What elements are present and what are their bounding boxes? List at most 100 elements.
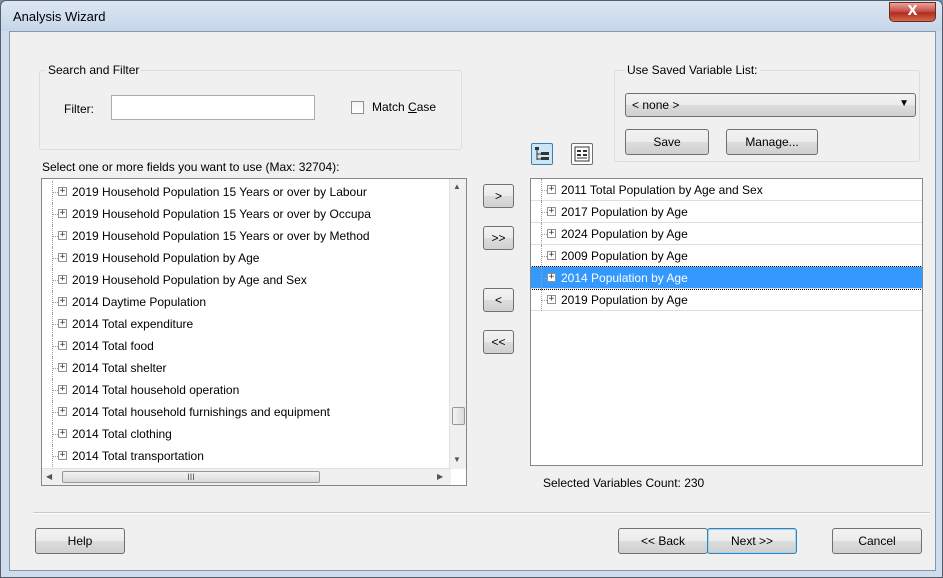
selected-variable-label: 2014 Population by Age xyxy=(561,271,688,285)
save-list-button[interactable]: Save xyxy=(625,129,709,155)
expand-plus-icon[interactable]: + xyxy=(58,341,67,350)
available-field-label: 2014 Total household operation xyxy=(72,383,240,397)
scroll-grip-icon: III xyxy=(187,472,195,482)
back-button[interactable]: << Back xyxy=(618,528,708,554)
remove-all-button[interactable]: << xyxy=(483,330,514,354)
expand-plus-icon[interactable]: + xyxy=(58,209,67,218)
selected-variable-label: 2019 Population by Age xyxy=(561,293,688,307)
tree-view-icon[interactable] xyxy=(531,143,553,165)
list-view-icon[interactable] xyxy=(571,143,593,165)
available-field-label: 2014 Daytime Population xyxy=(72,295,207,309)
selected-variable-label: 2024 Population by Age xyxy=(561,227,688,241)
cancel-button[interactable]: Cancel xyxy=(832,528,922,554)
expand-plus-icon[interactable]: + xyxy=(58,407,67,416)
expand-plus-icon[interactable]: + xyxy=(58,187,67,196)
available-field-label: 2014 Total expenditure xyxy=(72,317,194,331)
filter-input[interactable] xyxy=(111,95,315,120)
list-view-glyph xyxy=(574,146,590,162)
available-fields-label: Select one or more fields you want to us… xyxy=(42,160,340,174)
selected-variable-item[interactable]: +2014 Population by Age xyxy=(531,266,922,290)
available-field-item[interactable]: +2014 Total clothing xyxy=(42,423,451,445)
available-field-item[interactable]: +2014 Daytime Population xyxy=(42,291,451,313)
selected-variable-item[interactable]: +2009 Population by Age xyxy=(531,245,922,267)
chevron-down-icon: ▼ xyxy=(899,98,909,109)
close-button[interactable]: X xyxy=(889,2,936,22)
expand-plus-icon[interactable]: + xyxy=(547,251,556,260)
selected-variable-item[interactable]: +2019 Population by Age xyxy=(531,289,922,311)
available-field-label: 2019 Household Population 15 Years or ov… xyxy=(72,229,370,243)
available-field-item[interactable]: +2014 Total food xyxy=(42,335,451,357)
available-fields-list[interactable]: +2019 Household Population 15 Years or o… xyxy=(41,178,467,486)
saved-list-dropdown[interactable]: < none > ▼ xyxy=(625,93,916,117)
available-field-item[interactable]: +2019 Household Population 15 Years or o… xyxy=(42,181,451,203)
available-field-label: 2014 Total household furnishings and equ… xyxy=(72,405,330,419)
expand-plus-icon[interactable]: + xyxy=(58,451,67,460)
available-field-item[interactable]: +2019 Household Population 15 Years or o… xyxy=(42,203,451,225)
match-case-label[interactable]: Match Case xyxy=(372,100,436,114)
available-vertical-scrollbar[interactable]: ▲ ▼ xyxy=(449,179,466,469)
available-field-item[interactable]: +2014 Total transportation xyxy=(42,445,451,467)
footer-separator xyxy=(33,512,930,514)
expand-plus-icon[interactable]: + xyxy=(58,253,67,262)
help-button[interactable]: Help xyxy=(35,528,125,554)
scroll-down-arrow-icon[interactable]: ▼ xyxy=(453,455,461,464)
available-field-label: 2014 Total transportation xyxy=(72,449,204,463)
scroll-up-arrow-icon[interactable]: ▲ xyxy=(453,182,461,191)
available-field-item[interactable]: +2014 Total expenditure xyxy=(42,313,451,335)
available-field-item[interactable]: +2019 Household Population 15 Years or o… xyxy=(42,225,451,247)
analysis-wizard-window: Analysis Wizard X Search and Filter Filt… xyxy=(0,0,943,578)
add-all-button[interactable]: >> xyxy=(483,226,514,250)
expand-plus-icon[interactable]: + xyxy=(547,207,556,216)
expand-plus-icon[interactable]: + xyxy=(547,229,556,238)
selected-variable-item[interactable]: +2024 Population by Age xyxy=(531,223,922,245)
available-field-item[interactable]: +2019 Household Population by Age xyxy=(42,247,451,269)
available-field-label: 2014 Total food xyxy=(72,339,154,353)
available-field-item[interactable]: +2014 Total household furnishings and eq… xyxy=(42,401,451,423)
expand-plus-icon[interactable]: + xyxy=(547,273,556,282)
available-horizontal-scrollbar[interactable]: ◀ III ▶ xyxy=(42,468,451,485)
search-filter-legend: Search and Filter xyxy=(46,63,142,77)
tree-view-glyph xyxy=(535,147,549,160)
available-field-label: 2019 Household Population 15 Years or ov… xyxy=(72,207,371,221)
scroll-right-arrow-icon[interactable]: ▶ xyxy=(437,472,443,481)
saved-list-legend: Use Saved Variable List: xyxy=(625,63,760,77)
expand-plus-icon[interactable]: + xyxy=(58,363,67,372)
available-field-label: 2019 Household Population by Age xyxy=(72,251,260,265)
available-field-label: 2019 Household Population 15 Years or ov… xyxy=(72,185,367,199)
selected-variable-item[interactable]: +2017 Population by Age xyxy=(531,201,922,223)
match-case-checkbox[interactable] xyxy=(351,101,364,114)
scroll-left-arrow-icon[interactable]: ◀ xyxy=(46,472,52,481)
selected-variable-label: 2009 Population by Age xyxy=(561,249,688,263)
manage-list-button[interactable]: Manage... xyxy=(726,129,818,155)
title-bar[interactable]: Analysis Wizard X xyxy=(1,1,942,31)
expand-plus-icon[interactable]: + xyxy=(547,185,556,194)
selected-variable-label: 2017 Population by Age xyxy=(561,205,688,219)
dialog-body: Search and Filter Filter: Match Case Use… xyxy=(9,31,936,571)
expand-plus-icon[interactable]: + xyxy=(58,275,67,284)
available-field-label: 2014 Total clothing xyxy=(72,427,172,441)
saved-list-value: < none > xyxy=(632,98,680,112)
expand-plus-icon[interactable]: + xyxy=(58,385,67,394)
expand-plus-icon[interactable]: + xyxy=(58,319,67,328)
selected-variable-label: 2011 Total Population by Age and Sex xyxy=(561,183,763,197)
remove-button[interactable]: < xyxy=(483,288,514,312)
available-field-label: 2014 Total shelter xyxy=(72,361,167,375)
expand-plus-icon[interactable]: + xyxy=(58,231,67,240)
available-field-item[interactable]: +2014 Total shelter xyxy=(42,357,451,379)
available-field-item[interactable]: +2019 Household Population by Age and Se… xyxy=(42,269,451,291)
add-button[interactable]: > xyxy=(483,184,514,208)
vertical-scroll-thumb[interactable] xyxy=(452,407,465,425)
expand-plus-icon[interactable]: + xyxy=(58,297,67,306)
window-title: Analysis Wizard xyxy=(13,9,106,24)
next-button[interactable]: Next >> xyxy=(707,528,797,554)
filter-label: Filter: xyxy=(64,102,94,116)
available-field-item[interactable]: +2014 Total household operation xyxy=(42,379,451,401)
selected-variables-list[interactable]: +2011 Total Population by Age and Sex +20… xyxy=(530,178,923,466)
expand-plus-icon[interactable]: + xyxy=(58,429,67,438)
expand-plus-icon[interactable]: + xyxy=(547,295,556,304)
selected-variable-item[interactable]: +2011 Total Population by Age and Sex xyxy=(531,179,922,201)
search-filter-group: Search and Filter Filter: Match Case xyxy=(39,63,462,150)
available-field-label: 2019 Household Population by Age and Sex xyxy=(72,273,307,287)
saved-variable-list-group: Use Saved Variable List: < none > ▼ Save… xyxy=(614,63,920,162)
horizontal-scroll-thumb[interactable]: III xyxy=(62,471,320,483)
